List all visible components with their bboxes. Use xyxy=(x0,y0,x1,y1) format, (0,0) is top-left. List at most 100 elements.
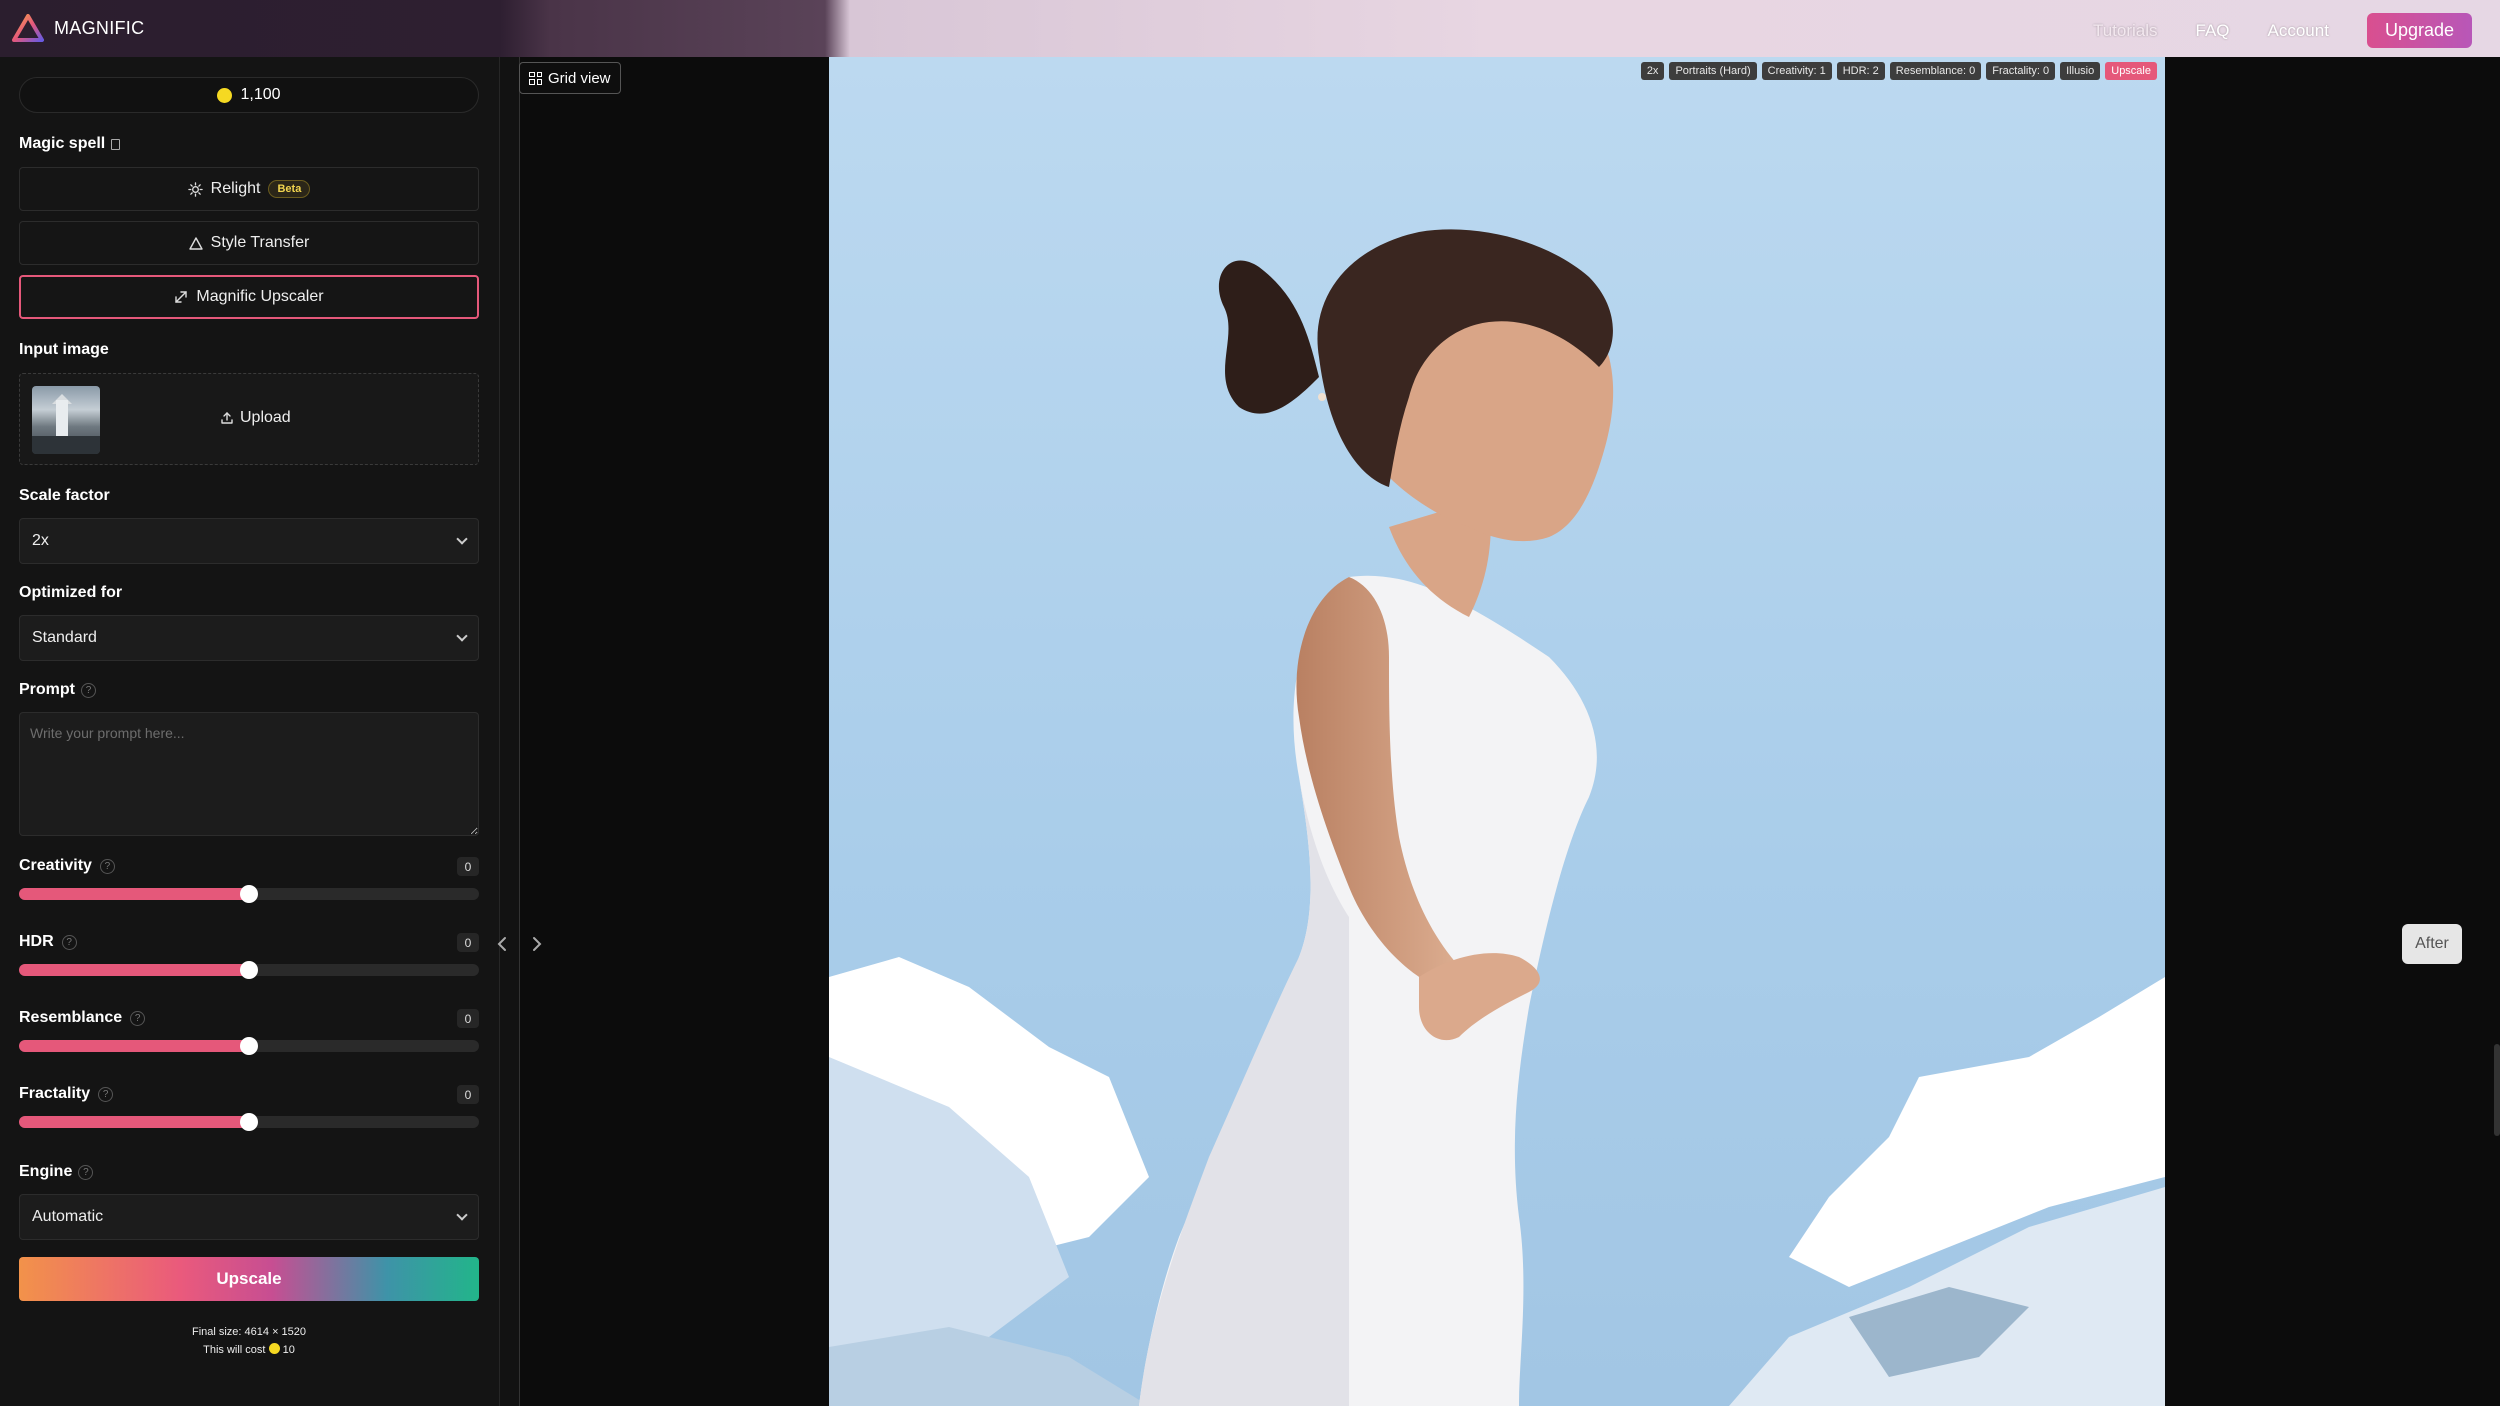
canvas-right-margin xyxy=(2165,57,2500,1406)
result-image xyxy=(829,57,2165,1406)
upscale-button[interactable]: Upscale xyxy=(19,1257,479,1301)
hdr-label: HDR? xyxy=(19,933,77,951)
upscale-tag[interactable]: Upscale xyxy=(2105,62,2157,80)
nav-tutorials[interactable]: Tutorials xyxy=(2093,21,2158,41)
hdr-label-text: HDR xyxy=(19,933,54,950)
expand-icon xyxy=(175,291,188,303)
brand[interactable]: MAGNIFIC xyxy=(12,14,144,42)
optimized-for-value: Standard xyxy=(32,629,97,646)
settings-sidebar: 1,100 Magic spell Relight Beta Style Tra… xyxy=(0,57,500,1406)
scrollbar-thumb[interactable] xyxy=(2494,1044,2500,1136)
coin-icon xyxy=(268,1343,280,1354)
slider-handle[interactable] xyxy=(240,961,258,979)
upload-label: Upload xyxy=(240,409,291,426)
chevron-right-icon[interactable] xyxy=(531,935,543,953)
scale-factor-value: 2x xyxy=(32,532,49,549)
tag: Portraits (Hard) xyxy=(1669,62,1757,80)
help-icon[interactable]: ? xyxy=(78,1164,94,1180)
help-icon[interactable]: ? xyxy=(99,858,115,874)
top-nav: Tutorials FAQ Account Upgrade xyxy=(2093,13,2472,48)
settings-tags: 2x Portraits (Hard) Creativity: 1 HDR: 2… xyxy=(1640,62,2157,80)
upgrade-button[interactable]: Upgrade xyxy=(2366,13,2472,48)
chevron-down-icon xyxy=(456,533,468,545)
credits-balance: 1,100 xyxy=(19,77,479,113)
engine-select[interactable]: Automatic xyxy=(19,1194,479,1240)
input-image-thumbnail[interactable] xyxy=(32,386,100,454)
slider-handle[interactable] xyxy=(240,1113,258,1131)
sun-icon xyxy=(187,181,203,197)
engine-label: Engine ? xyxy=(19,1163,94,1181)
engine-label-text: Engine xyxy=(19,1163,73,1180)
top-bar: MAGNIFIC Tutorials FAQ Account Upgrade xyxy=(0,0,2500,57)
input-image-label: Input image xyxy=(19,341,109,358)
cost-value: 10 xyxy=(282,1344,295,1356)
slider-handle[interactable] xyxy=(240,1037,258,1055)
relight-button[interactable]: Relight Beta xyxy=(19,167,479,211)
scale-factor-select[interactable]: 2x xyxy=(19,518,479,564)
magnific-upscaler-button[interactable]: Magnific Upscaler xyxy=(19,275,479,319)
tag: Fractality: 0 xyxy=(1986,62,2056,80)
creativity-slider[interactable]: Creativity? 0 xyxy=(19,857,479,915)
tag: Resemblance: 0 xyxy=(1889,62,1982,80)
triangle-icon xyxy=(188,236,203,250)
style-transfer-button[interactable]: Style Transfer xyxy=(19,221,479,265)
coin-icon xyxy=(217,87,233,103)
cost-line: This will cost 10 xyxy=(19,1341,479,1359)
grid-icon xyxy=(529,71,542,85)
tag: 2x xyxy=(1640,62,1665,80)
hdr-slider[interactable]: HDR? 0 xyxy=(19,933,479,991)
slider-track[interactable] xyxy=(19,1037,479,1055)
slider-track[interactable] xyxy=(19,1113,479,1131)
optimized-for-select[interactable]: Standard xyxy=(19,615,479,661)
chevron-down-icon xyxy=(456,630,468,642)
beta-badge: Beta xyxy=(268,180,311,198)
help-icon[interactable]: ? xyxy=(81,682,96,698)
scale-factor-label: Scale factor xyxy=(19,487,110,504)
final-info: Final size: 4614 × 1520 This will cost 1… xyxy=(19,1323,479,1359)
prompt-input[interactable] xyxy=(19,712,479,836)
magic-spell-info-icon[interactable] xyxy=(111,138,121,150)
fractality-label-text: Fractality xyxy=(19,1085,91,1102)
tag: HDR: 2 xyxy=(1836,62,1885,80)
after-toggle-button[interactable]: After xyxy=(2402,924,2462,964)
slider-handle[interactable] xyxy=(240,885,258,903)
nav-account[interactable]: Account xyxy=(2268,21,2329,41)
tag: Creativity: 1 xyxy=(1761,62,1832,80)
engine-value: Automatic xyxy=(32,1208,104,1225)
creativity-label-text: Creativity xyxy=(19,857,92,874)
resemblance-label: Resemblance? xyxy=(19,1009,146,1027)
upload-button[interactable]: Upload xyxy=(220,409,291,427)
magnific-upscaler-label: Magnific Upscaler xyxy=(196,288,324,305)
grid-view-label: Grid view xyxy=(548,69,611,87)
help-icon[interactable]: ? xyxy=(61,934,77,950)
canvas-left-margin xyxy=(519,57,829,1406)
slider-track[interactable] xyxy=(19,885,479,903)
help-icon[interactable]: ? xyxy=(98,1086,114,1102)
help-icon[interactable]: ? xyxy=(130,1010,146,1026)
cost-prefix: This will cost xyxy=(203,1344,266,1356)
fractality-slider[interactable]: Fractality? 0 xyxy=(19,1085,479,1143)
optimized-for-label: Optimized for xyxy=(19,584,123,601)
result-image-canvas[interactable]: 2x Portraits (Hard) Creativity: 1 HDR: 2… xyxy=(829,57,2165,1406)
chevron-left-icon[interactable] xyxy=(496,935,508,953)
magnific-logo-icon xyxy=(12,14,44,42)
resemblance-value: 0 xyxy=(457,1009,479,1028)
relight-label: Relight xyxy=(210,180,261,197)
credits-amount: 1,100 xyxy=(240,86,281,103)
upload-icon xyxy=(221,412,233,424)
grid-view-button[interactable]: Grid view xyxy=(519,62,621,94)
fractality-value: 0 xyxy=(457,1085,479,1104)
fractality-label: Fractality? xyxy=(19,1085,114,1103)
style-transfer-label: Style Transfer xyxy=(210,234,310,251)
hdr-value: 0 xyxy=(457,933,479,952)
prompt-label: Prompt ? xyxy=(19,681,96,699)
nav-faq[interactable]: FAQ xyxy=(2196,21,2230,41)
creativity-value: 0 xyxy=(457,857,479,876)
resemblance-slider[interactable]: Resemblance? 0 xyxy=(19,1009,479,1067)
slider-track[interactable] xyxy=(19,961,479,979)
image-upload-dropzone[interactable]: Upload xyxy=(19,373,479,465)
magic-spell-label: Magic spell xyxy=(19,135,121,153)
prompt-label-text: Prompt xyxy=(19,681,75,698)
magic-spell-text: Magic spell xyxy=(19,135,106,152)
final-size: Final size: 4614 × 1520 xyxy=(191,1326,307,1338)
